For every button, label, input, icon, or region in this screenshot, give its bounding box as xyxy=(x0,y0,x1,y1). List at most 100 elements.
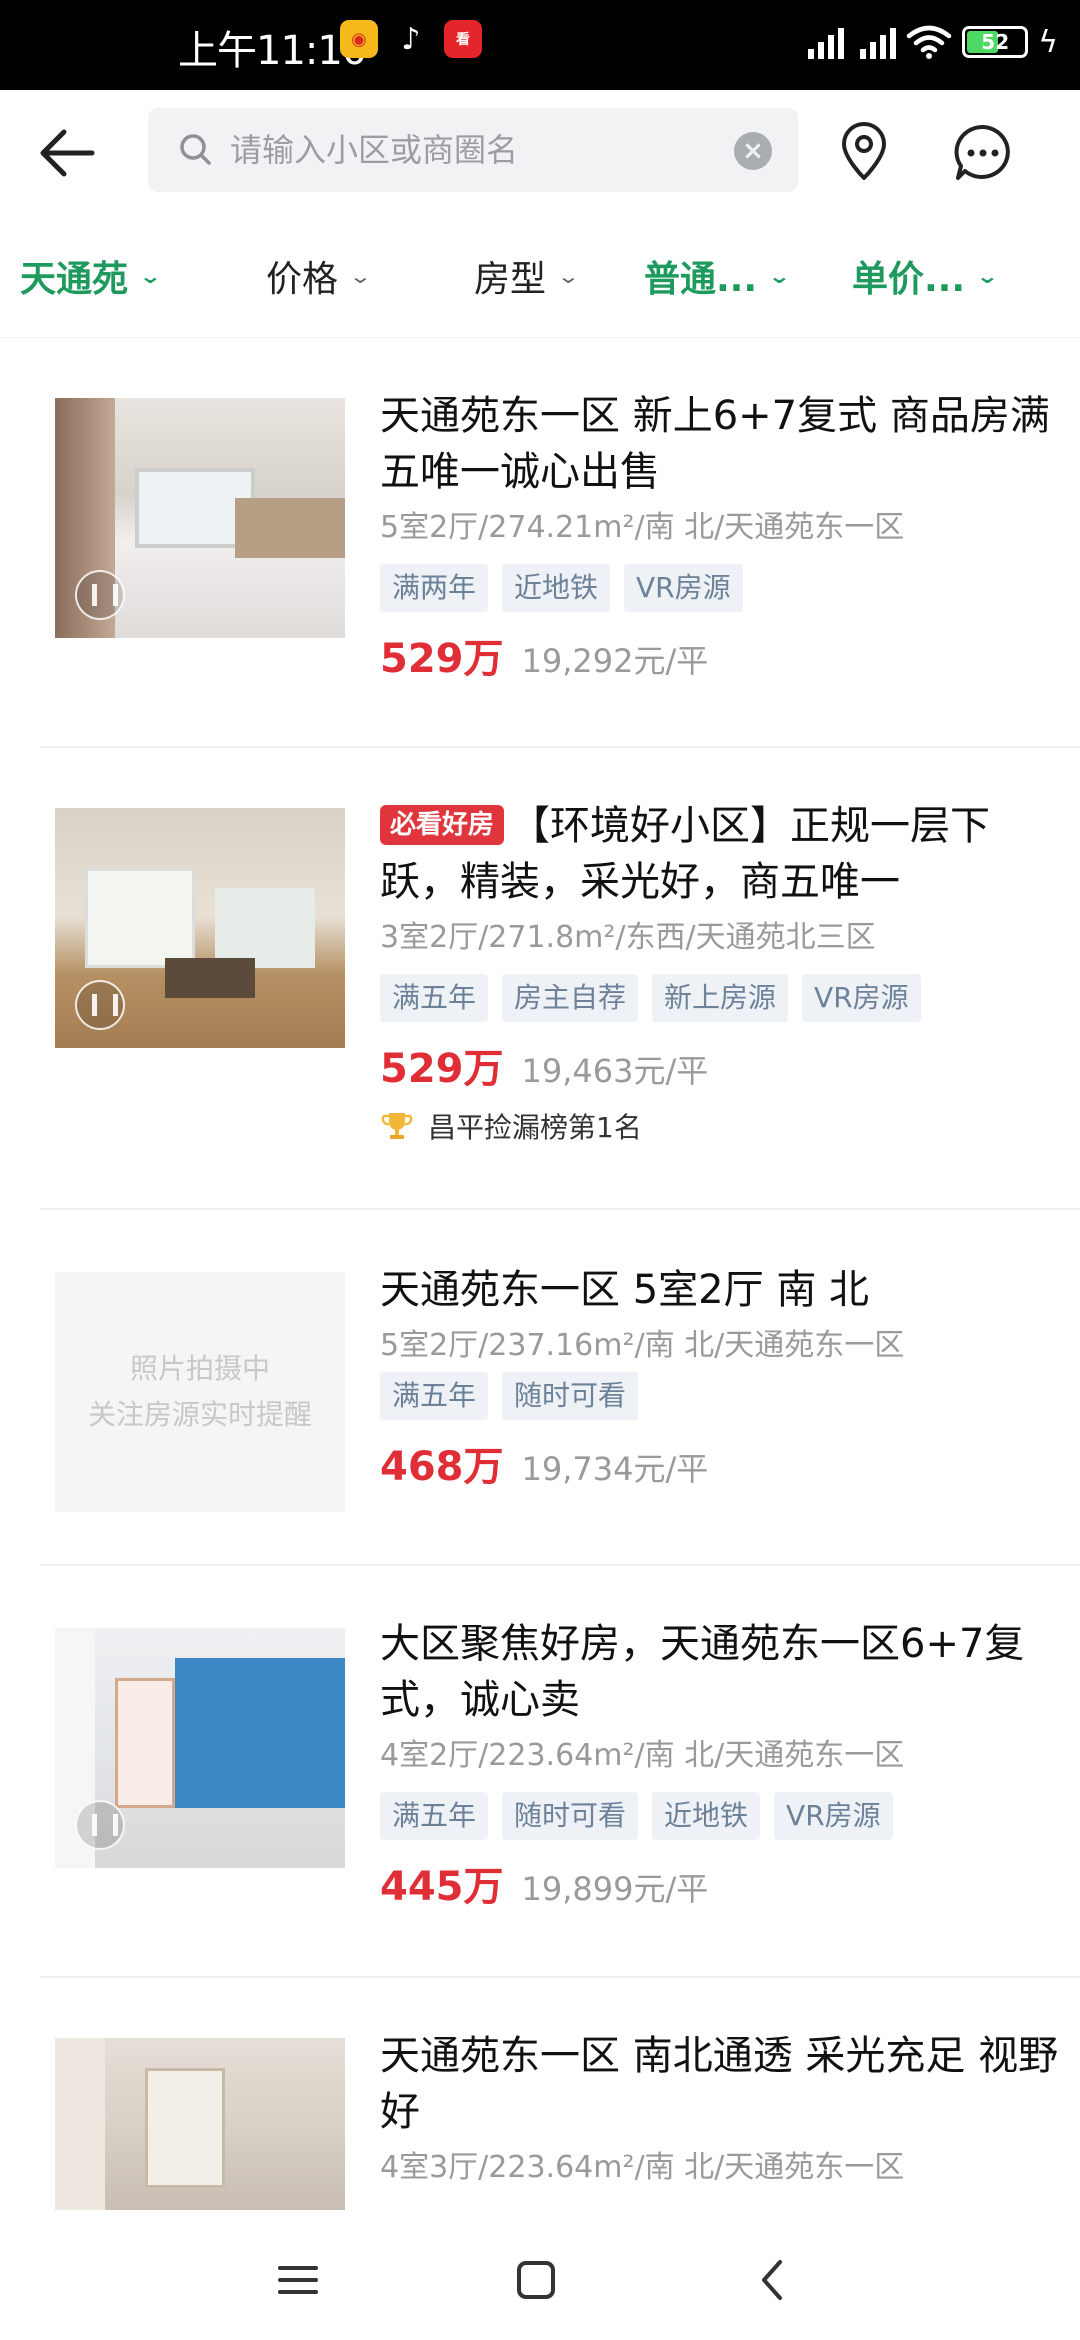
filter-bar: 天通苑 ⌄ 价格 ⌄ 房型 ⌄ 普通... ⌄ 单价... ⌄ xyxy=(0,214,1080,338)
listing-title: 天通苑东一区 5室2厅 南 北 xyxy=(380,1267,870,1313)
placeholder-subtext: 关注房源实时提醒 xyxy=(87,1398,312,1431)
listing-photo[interactable] xyxy=(55,2038,345,2210)
listing-price: 529万 xyxy=(380,1046,504,1092)
listing-item[interactable]: 必看好房 【环境好小区】正规一层下跃，精装，采光好，商五唯一 3室2厅/271.8… xyxy=(40,748,1080,1210)
charging-icon: ϟ xyxy=(1038,24,1058,60)
listing-photo[interactable] xyxy=(55,1628,345,1868)
system-nav-bar xyxy=(0,2210,1080,2340)
price-row: 445万 19,899元/平 xyxy=(380,1854,1060,1912)
listing-item[interactable]: 天通苑东一区 新上6+7复式 商品房满五唯一诚心出售 5室2厅/274.21m²… xyxy=(40,338,1080,748)
chevron-down-icon: ⌄ xyxy=(556,264,581,288)
kandian-icon: 看 xyxy=(444,20,482,58)
chevron-down-icon: ⌄ xyxy=(348,264,373,288)
listing-price: 445万 xyxy=(380,1864,504,1910)
listing-price: 468万 xyxy=(380,1444,504,1490)
listing-title-row: 必看好房 【环境好小区】正规一层下跃，精装，采光好，商五唯一 xyxy=(380,798,1060,910)
price-row: 529万 19,292元/平 xyxy=(380,626,1060,684)
search-icon xyxy=(180,134,211,165)
filter-layout-label: 房型 xyxy=(474,259,547,300)
listing-photo-placeholder[interactable]: 照片拍摄中 关注房源实时提醒 xyxy=(55,1272,345,1512)
price-row: 529万 19,463元/平 xyxy=(380,1036,1060,1094)
listing-tag: 满五年 xyxy=(380,1372,489,1420)
listing-tag: 满五年 xyxy=(380,974,489,1022)
listing-tag: 房主自荐 xyxy=(502,974,639,1022)
listing-info: 天通苑东一区 5室2厅 南 北 5室2厅/237.16m²/南 北/天通苑东一区… xyxy=(380,1262,1060,1492)
listing-tag: VR房源 xyxy=(624,564,743,612)
listing-photo[interactable] xyxy=(55,398,345,638)
status-right: 52 ϟ xyxy=(802,24,1058,60)
chevron-down-icon: ⌄ xyxy=(975,264,1000,288)
search-input[interactable] xyxy=(230,108,710,192)
listing-meta: 4室3厅/223.64m²/南 北/天通苑东一区 xyxy=(380,2150,905,2185)
back-icon[interactable] xyxy=(744,2250,804,2310)
listing-tag: VR房源 xyxy=(802,974,921,1022)
vr-icon xyxy=(75,570,125,620)
status-bar: 上午11:10 ◉ ♪ 看 52 ϟ xyxy=(0,0,1080,90)
vr-icon xyxy=(75,1800,125,1850)
message-icon[interactable] xyxy=(952,122,1014,184)
status-time: 上午11:10 xyxy=(178,28,367,74)
menu-icon[interactable] xyxy=(268,2250,328,2310)
battery-icon: 52 xyxy=(962,26,1029,58)
listing-unit-price: 19,899元/平 xyxy=(521,1870,709,1908)
listing-tags: 满五年 随时可看 xyxy=(380,1372,1060,1420)
ranking-row[interactable]: 昌平捡漏榜第1名 xyxy=(380,1106,1060,1146)
listing-unit-price: 19,292元/平 xyxy=(521,642,709,680)
listing-info: 天通苑东一区 新上6+7复式 商品房满五唯一诚心出售 5室2厅/274.21m²… xyxy=(380,388,1060,684)
wifi-icon xyxy=(906,25,952,59)
listing-tag: 近地铁 xyxy=(652,1792,761,1840)
tiktok-icon: ♪ xyxy=(392,20,430,58)
listing-title: 天通苑东一区 新上6+7复式 商品房满五唯一诚心出售 xyxy=(380,393,1050,495)
filter-type[interactable]: 普通... ⌄ xyxy=(644,246,792,306)
listing-info: 必看好房 【环境好小区】正规一层下跃，精装，采光好，商五唯一 3室2厅/271.8… xyxy=(380,798,1060,1146)
filter-price[interactable]: 价格 ⌄ xyxy=(266,246,373,306)
listing-meta: 5室2厅/237.16m²/南 北/天通苑东一区 xyxy=(380,1328,905,1363)
filter-price-label: 价格 xyxy=(266,259,339,300)
filter-area-label: 天通苑 xyxy=(20,259,129,300)
battery-level: 52 xyxy=(981,30,1010,54)
listing-title: 天通苑东一区 南北通透 采光充足 视野好 xyxy=(380,2033,1059,2135)
vr-icon xyxy=(75,980,125,1030)
home-icon[interactable] xyxy=(506,2250,566,2310)
listing-tags: 满五年 随时可看 近地铁 VR房源 xyxy=(380,1792,1060,1840)
back-arrow-icon[interactable] xyxy=(34,118,104,188)
filter-unit-price-label: 单价... xyxy=(852,259,966,300)
filter-layout[interactable]: 房型 ⌄ xyxy=(474,246,581,306)
listing-meta: 3室2厅/271.8m²/东西/天通苑北三区 xyxy=(380,920,876,955)
listing-tags: 满五年 房主自荐 新上房源 VR房源 xyxy=(380,974,1060,1022)
location-pin-icon[interactable] xyxy=(834,122,894,182)
listing-meta: 5室2厅/274.21m²/南 北/天通苑东一区 xyxy=(380,510,905,545)
listing-tags: 满两年 近地铁 VR房源 xyxy=(380,564,1060,612)
filter-area[interactable]: 天通苑 ⌄ xyxy=(20,246,163,306)
listing-title: 大区聚焦好房，天通苑东一区6+7复式，诚心卖 xyxy=(380,1621,1025,1723)
placeholder-text: 照片拍摄中 xyxy=(129,1352,270,1385)
listing-tag: 满五年 xyxy=(380,1792,489,1840)
listing-item[interactable]: 照片拍摄中 关注房源实时提醒 天通苑东一区 5室2厅 南 北 5室2厅/237.… xyxy=(40,1210,1080,1566)
listing-tag: VR房源 xyxy=(774,1792,893,1840)
listing-tag: 满两年 xyxy=(380,564,489,612)
filter-unit-price[interactable]: 单价... ⌄ xyxy=(852,246,1000,306)
chevron-down-icon: ⌄ xyxy=(138,264,163,288)
listing-price: 529万 xyxy=(380,636,504,682)
listing-info: 大区聚焦好房，天通苑东一区6+7复式，诚心卖 4室2厅/223.64m²/南 北… xyxy=(380,1616,1060,1912)
signal-icon-2 xyxy=(854,25,897,59)
search-header: × xyxy=(0,90,1080,214)
ranking-text: 昌平捡漏榜第1名 xyxy=(428,1111,642,1144)
listing-info: 天通苑东一区 南北通透 采光充足 视野好 4室3厅/223.64m²/南 北/天… xyxy=(380,2028,1060,2190)
listing-unit-price: 19,734元/平 xyxy=(521,1450,709,1488)
listing-tag: 新上房源 xyxy=(652,974,789,1022)
price-row: 468万 19,734元/平 xyxy=(380,1434,1060,1492)
listing-item[interactable]: 天通苑东一区 南北通透 采光充足 视野好 4室3厅/223.64m²/南 北/天… xyxy=(40,1978,1080,2210)
search-box[interactable]: × xyxy=(148,108,798,192)
chevron-down-icon: ⌄ xyxy=(767,264,792,288)
listing-photo[interactable] xyxy=(55,808,345,1048)
clear-icon[interactable]: × xyxy=(734,132,772,170)
listing-tag: 近地铁 xyxy=(502,564,611,612)
listing-tag: 随时可看 xyxy=(502,1372,639,1420)
signal-icon xyxy=(802,25,845,59)
listing-tag: 随时可看 xyxy=(502,1792,639,1840)
listing-item[interactable]: 大区聚焦好房，天通苑东一区6+7复式，诚心卖 4室2厅/223.64m²/南 北… xyxy=(40,1566,1080,1978)
trophy-icon xyxy=(381,1113,413,1139)
listing-unit-price: 19,463元/平 xyxy=(521,1052,709,1090)
filter-type-label: 普通... xyxy=(644,259,758,300)
